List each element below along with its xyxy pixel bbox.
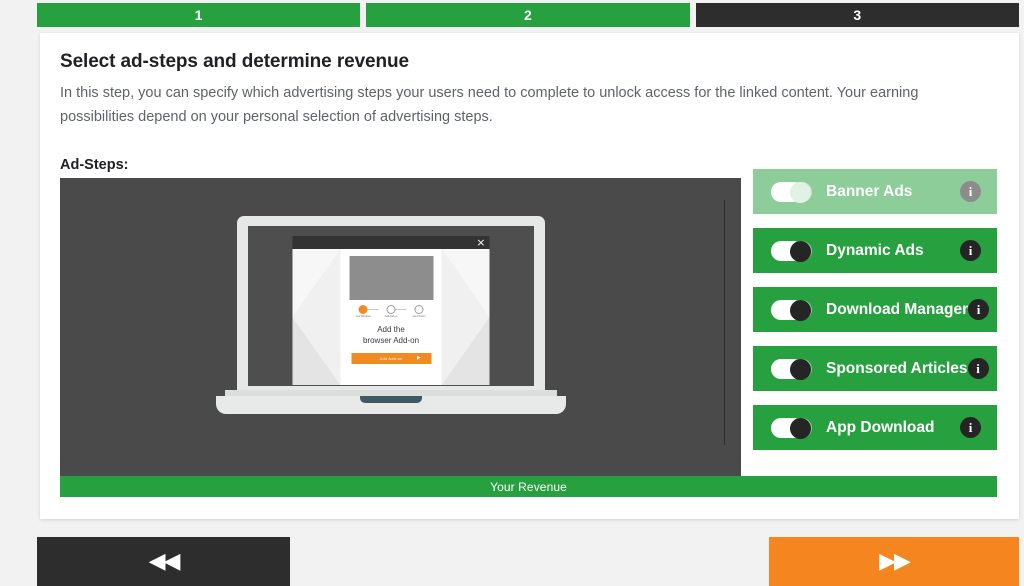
info-icon-sponsored-articles[interactable]: i — [967, 358, 989, 379]
step-tab-2[interactable]: 2 — [366, 3, 690, 27]
step-dot-active-icon — [358, 305, 368, 314]
modal-step-2-label: Add Add-on — [384, 315, 398, 318]
modal-heading-line1: Add the — [377, 325, 405, 334]
adstep-label-app-download: App Download — [826, 418, 935, 436]
laptop-mockup: × Your Windows Add Add-on Get Content Ad… — [216, 216, 566, 436]
back-button[interactable]: ◀◀ — [37, 537, 290, 586]
toggle-switch-banner-ads[interactable] — [771, 181, 812, 203]
modal-inner: Your Windows Add Add-on Get Content Add … — [340, 249, 442, 385]
revenue-bar: Your Revenue — [60, 476, 997, 497]
info-icon-banner-ads[interactable]: i — [960, 181, 981, 202]
toggle-knob — [790, 417, 811, 439]
adstep-toggle-list: Banner Ads i Dynamic Ads i Download Mana… — [753, 169, 997, 464]
info-icon-download-manager[interactable]: i — [968, 299, 990, 320]
toggle-knob — [790, 181, 811, 203]
modal-heading: Add the browser Add-on — [341, 324, 442, 346]
revenue-bar-label: Your Revenue — [490, 479, 567, 494]
step-dot-check-icon — [414, 305, 424, 314]
adsteps-label: Ad-Steps: — [60, 157, 129, 173]
add-addon-button[interactable]: Add Add-on ▶ — [351, 353, 431, 364]
adstep-label-banner-ads: Banner Ads — [826, 182, 913, 200]
addon-modal: × Your Windows Add Add-on Get Content Ad… — [292, 236, 490, 385]
laptop-screen: × Your Windows Add Add-on Get Content Ad… — [248, 226, 534, 386]
page-title: Select ad-steps and determine revenue — [60, 51, 409, 72]
preview-scrollbar[interactable] — [724, 200, 725, 445]
adstep-label-download-manager: Download Manager — [826, 300, 969, 318]
chevron-right-icon: ▶ — [416, 355, 421, 361]
modal-body: Your Windows Add Add-on Get Content Add … — [292, 249, 490, 385]
adstep-row-dynamic-ads[interactable]: Dynamic Ads i — [753, 228, 997, 273]
next-button[interactable]: ▶▶ — [769, 537, 1019, 586]
toggle-switch-download-manager[interactable] — [771, 299, 812, 321]
modal-step-3: Get Content — [406, 305, 432, 319]
step-dot-idle-icon — [386, 305, 396, 314]
step-progress-tabs: 1 2 3 — [37, 3, 1019, 27]
adstep-row-banner-ads[interactable]: Banner Ads i — [753, 169, 997, 214]
info-icon-app-download[interactable]: i — [960, 417, 981, 438]
info-icon-dynamic-ads[interactable]: i — [960, 240, 981, 261]
modal-step-1-label: Your Windows — [355, 315, 371, 318]
toggle-switch-app-download[interactable] — [771, 417, 812, 439]
modal-step-3-label: Get Content — [412, 315, 426, 318]
page-description: In this step, you can specify which adve… — [60, 85, 919, 125]
laptop-lid: × Your Windows Add Add-on Get Content Ad… — [237, 216, 545, 396]
modal-step-2: Add Add-on — [378, 305, 404, 319]
adstep-label-dynamic-ads: Dynamic Ads — [826, 241, 924, 259]
modal-heading-line2: browser Add-on — [362, 336, 420, 345]
adstep-row-app-download[interactable]: App Download i — [753, 405, 997, 450]
step-tab-1[interactable]: 1 — [37, 3, 361, 27]
close-icon[interactable]: × — [476, 236, 485, 249]
rewind-icon: ◀◀ — [148, 548, 181, 574]
main-content-card: Select ad-steps and determine revenue In… — [40, 33, 1019, 519]
modal-stepper: Your Windows Add Add-on Get Content — [350, 305, 432, 320]
modal-media-placeholder — [349, 256, 433, 300]
modal-header: × — [292, 236, 490, 249]
toggle-knob — [790, 358, 811, 380]
fast-forward-icon: ▶▶ — [879, 548, 911, 574]
modal-step-1: Your Windows — [350, 305, 376, 319]
adstep-label-sponsored-articles: Sponsored Articles — [826, 359, 968, 377]
step-tab-3[interactable]: 3 — [695, 3, 1019, 27]
adstep-row-sponsored-articles[interactable]: Sponsored Articles i — [753, 346, 997, 391]
toggle-knob — [790, 240, 811, 262]
ad-preview-panel: × Your Windows Add Add-on Get Content Ad… — [60, 178, 741, 476]
toggle-switch-dynamic-ads[interactable] — [771, 240, 812, 262]
toggle-knob — [790, 299, 811, 321]
laptop-base — [216, 396, 566, 414]
adstep-row-download-manager[interactable]: Download Manager i — [753, 287, 997, 332]
toggle-switch-sponsored-articles[interactable] — [771, 358, 812, 380]
add-addon-button-label: Add Add-on — [379, 356, 403, 361]
